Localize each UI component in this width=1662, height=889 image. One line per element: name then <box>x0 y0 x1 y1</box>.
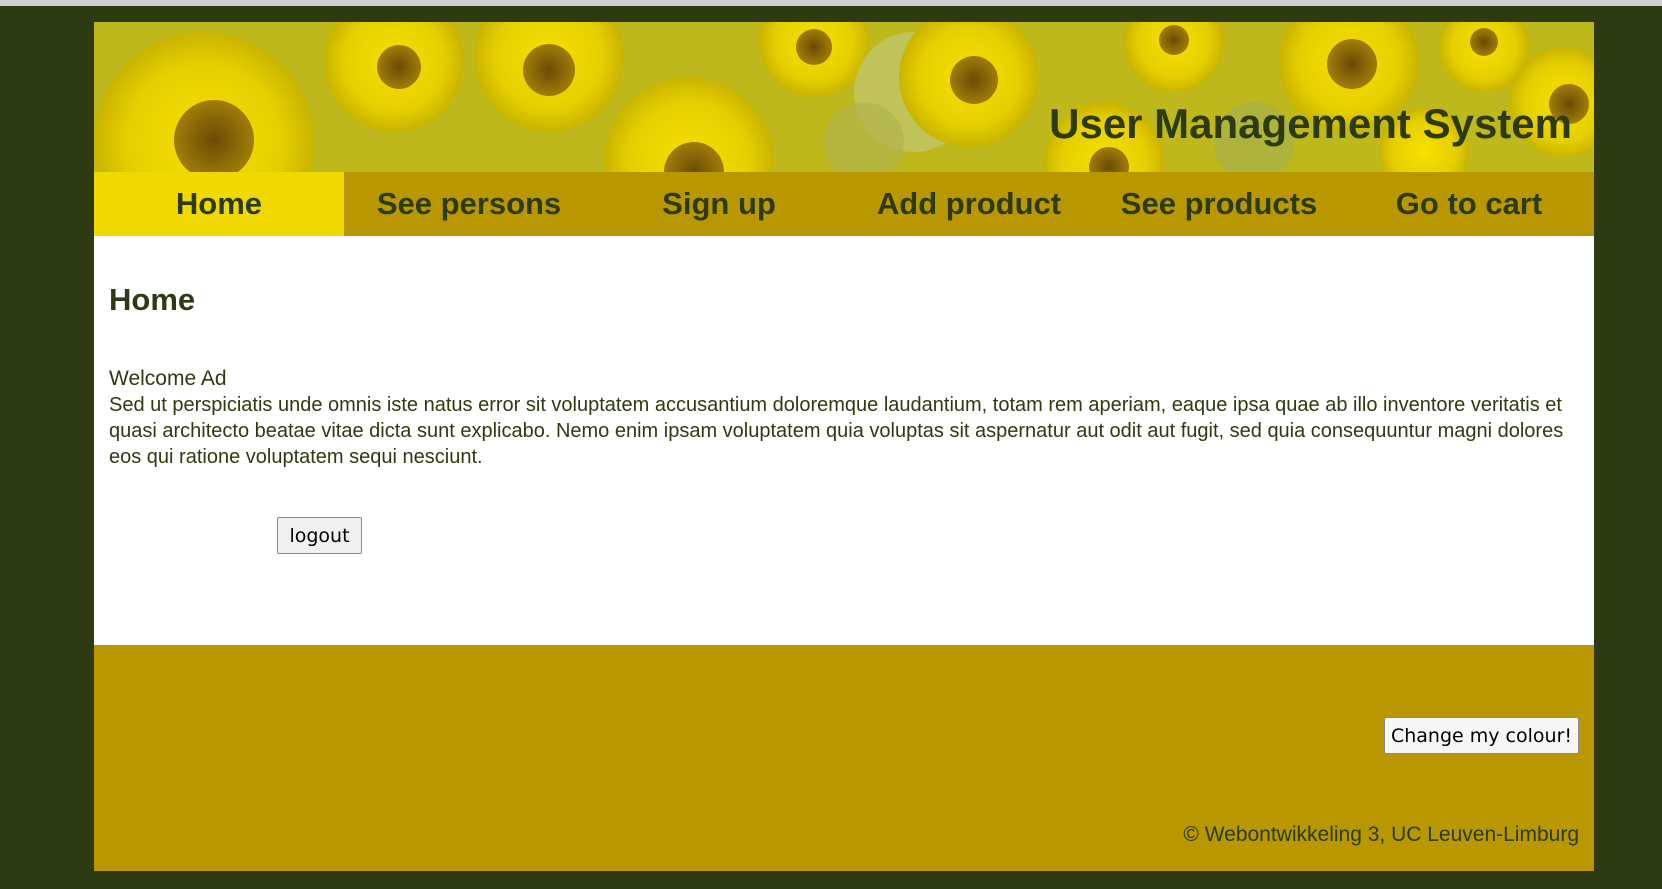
change-colour-button[interactable]: Change my colour! <box>1384 717 1579 754</box>
nav-item-home[interactable]: Home <box>94 172 344 236</box>
sunflower-banner-image <box>94 22 1594 172</box>
copyright-text: © Webontwikkeling 3, UC Leuven-Limburg <box>1183 823 1579 846</box>
nav-item-see-products[interactable]: See products <box>1094 172 1344 236</box>
site-title: User Management System <box>1049 100 1572 147</box>
body-text: Sed ut perspiciatis unde omnis iste natu… <box>109 394 1564 468</box>
nav-item-sign-up[interactable]: Sign up <box>594 172 844 236</box>
nav-item-go-to-cart[interactable]: Go to cart <box>1344 172 1594 236</box>
page-title: Home <box>109 282 196 317</box>
nav-item-add-product[interactable]: Add product <box>844 172 1094 236</box>
main-content: Home Welcome Ad Sed ut perspiciatis unde… <box>94 236 1594 645</box>
browser-top-edge <box>0 0 1662 6</box>
logout-button[interactable]: logout <box>277 517 362 554</box>
main-navigation: Home See persons Sign up Add product See… <box>94 172 1594 236</box>
nav-item-see-persons[interactable]: See persons <box>344 172 594 236</box>
header-banner: User Management System <box>94 22 1594 172</box>
page-container: User Management System Home See persons … <box>94 22 1594 871</box>
footer: Change my colour! © Webontwikkeling 3, U… <box>94 645 1594 871</box>
welcome-message: Welcome Ad <box>109 367 227 390</box>
